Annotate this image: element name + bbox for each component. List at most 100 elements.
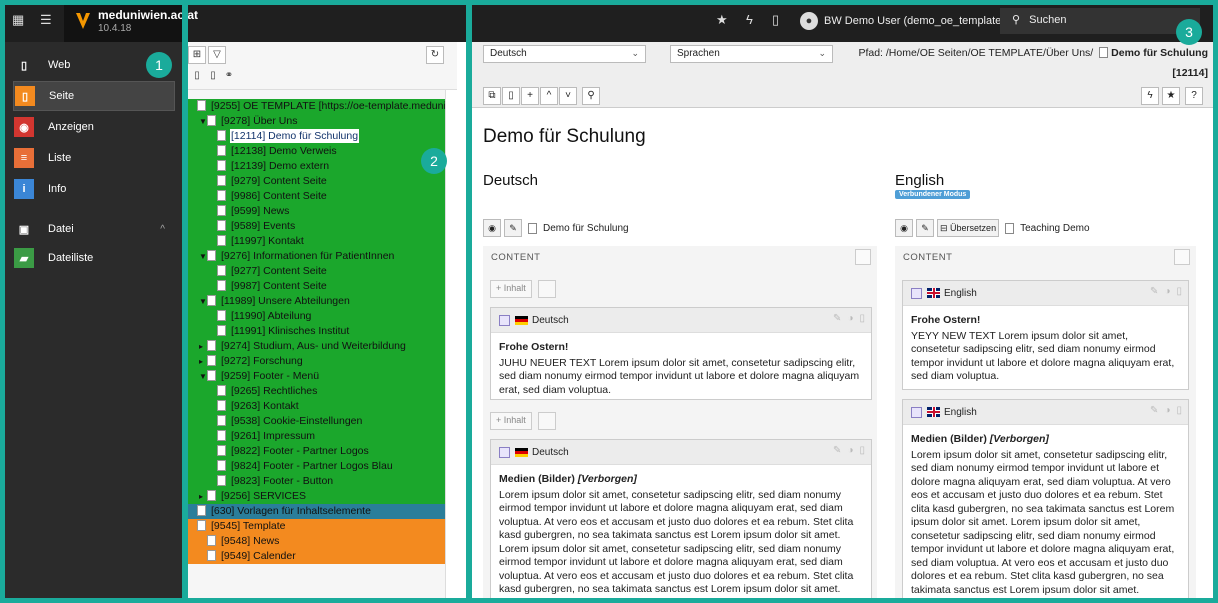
tree-node[interactable]: [9589] Events [187,219,445,234]
tree-node[interactable]: ▸ [9272] Forschung [187,354,445,369]
filter-icon[interactable]: ▽ [208,46,226,64]
move-down-button[interactable]: ˅ [559,87,577,105]
chevron-up-icon[interactable]: ^ [160,224,165,235]
tree-node-label: [9822] Footer - Partner Logos [231,445,369,457]
tree-scrollbar[interactable] [445,90,457,603]
tree-node[interactable]: [9548] News [187,534,445,549]
content-element-card[interactable]: English ✎ ◑ ▯ Medien (Bilder) [Verborgen] … [902,399,1189,603]
site-logo-area[interactable]: meduniwien.ac.at 10.4.18 [64,0,198,42]
tree-node[interactable]: [9255] OE TEMPLATE [https://oe-template.… [187,99,445,114]
tree-node[interactable]: ▼ [9278] Über Uns [187,114,445,129]
tree-node[interactable]: [11990] Abteilung [187,309,445,324]
expand-toggle-icon[interactable]: ▸ [199,339,207,354]
pencil-icon[interactable]: ✎ [1150,405,1158,416]
tree-node[interactable]: ▼ [9259] Footer - Menü [187,369,445,384]
tree-node[interactable]: ▼ [9276] Informationen für PatientInnen [187,249,445,264]
expand-toggle-icon[interactable]: ▼ [199,114,207,129]
tree-node[interactable]: [9823] Footer - Button [187,474,445,489]
search-icon[interactable]: ⚲ [582,87,600,105]
tree-node[interactable]: [11997] Kontakt [187,234,445,249]
paste-icon[interactable] [538,412,556,430]
tree-node[interactable]: [9987] Content Seite [187,279,445,294]
expand-toggle-icon[interactable]: ▼ [199,294,207,309]
pencil-icon[interactable]: ✎ [833,445,841,456]
help-icon[interactable]: ? [1185,87,1203,105]
document-icon[interactable]: ▯ [772,12,779,28]
eye-icon[interactable]: ◉ [483,219,501,237]
tree-node[interactable]: [9986] Content Seite [187,189,445,204]
trash-icon[interactable]: ▯ [1176,286,1182,297]
tree-node[interactable]: [9599] News [187,204,445,219]
module-item-anzeigen[interactable]: ◉ Anzeigen [13,112,175,142]
tree-node[interactable]: ▸ [9274] Studium, Aus- und Weiterbildung [187,339,445,354]
module-item-seite[interactable]: ▯ Seite [13,81,175,111]
tree-node[interactable]: [630] Vorlagen für Inhaltselemente [187,504,445,519]
tree-node[interactable]: [9824] Footer - Partner Logos Blau [187,459,445,474]
star-icon[interactable]: ★ [716,12,728,28]
tree-node[interactable]: ▼ [11989] Unsere Abteilungen [187,294,445,309]
column-edit-icon[interactable] [855,249,871,265]
toggle-icon[interactable]: ◑ [1164,286,1170,297]
add-content-button[interactable]: + Inhalt [490,412,532,430]
expand-toggle-icon[interactable]: ▼ [199,249,207,264]
tree-node[interactable]: [11991] Klinisches Institut [187,324,445,339]
module-item-liste[interactable]: ≡ Liste [13,143,175,173]
toggle-icon[interactable]: ◑ [847,445,853,456]
content-element-card[interactable]: Deutsch ✎ ◑ ▯ Frohe Ostern! JUHU NEUER TEX… [490,307,872,400]
user-menu[interactable]: ● BW Demo User (demo_oe_template) [800,12,1005,30]
bookmark-star-icon[interactable]: ★ [1162,87,1180,105]
pencil-icon[interactable]: ✎ [833,313,841,324]
bolt-icon[interactable]: ϟ [1141,87,1159,105]
refresh-icon[interactable]: ↻ [426,46,444,64]
tree-node[interactable]: [9277] Content Seite [187,264,445,279]
tree-node[interactable]: [9265] Rechtliches [187,384,445,399]
add-content-button[interactable]: + Inhalt [490,280,532,298]
module-item-datei[interactable]: ▣ Datei ^ [13,214,175,244]
content-element-card[interactable]: English ✎ ◑ ▯ Frohe Ostern! YEYY NEW TEXT … [902,280,1189,390]
tree-node[interactable]: [9549] Calender [187,549,445,564]
folder-icon: ▰ [14,248,34,268]
paste-icon[interactable] [538,280,556,298]
tree-node[interactable]: [9261] Impressum [187,429,445,444]
tree-node[interactable]: [9822] Footer - Partner Logos [187,444,445,459]
content-element-card[interactable]: Deutsch ✎ ◑ ▯ Medien (Bilder) [Verborgen] … [490,439,872,603]
tree-node[interactable]: [12114] Demo für Schulung [187,129,445,144]
view-select[interactable]: Sprachen ⌄ [670,45,833,63]
bolt-icon[interactable]: ϟ [746,12,753,28]
edit-page-button[interactable]: ▯ [502,87,520,105]
trash-icon[interactable]: ▯ [859,313,865,324]
link-icon[interactable]: ⚭ [220,68,238,86]
tree-node[interactable]: [9538] Cookie-Einstellungen [187,414,445,429]
expand-toggle-icon[interactable]: ▸ [199,489,207,504]
move-up-button[interactable]: ^ [540,87,558,105]
tree-node[interactable]: [9545] Template [187,519,445,534]
language-select[interactable]: Deutsch ⌄ [483,45,646,63]
toggle-icon[interactable]: ◑ [847,313,853,324]
card-heading-text: Medien (Bilder) [911,433,987,445]
pencil-icon[interactable]: ✎ [916,219,934,237]
content-element-icon [499,314,510,326]
translate-button[interactable]: ⊟ Übersetzen [937,219,1000,237]
trash-icon[interactable]: ▯ [1176,405,1182,416]
expand-toggle-icon[interactable]: ▸ [199,354,207,369]
pencil-icon[interactable]: ✎ [504,219,522,237]
tree-node[interactable]: [12139] Demo extern [187,159,445,174]
view-page-button[interactable]: ⧉ [483,87,501,105]
expand-toggle-icon[interactable]: ▼ [199,369,207,384]
module-item-dateiliste[interactable]: ▰ Dateiliste [13,243,175,273]
eye-icon[interactable]: ◉ [895,219,913,237]
list-icon[interactable]: ☰ [40,12,52,28]
tree-node[interactable]: ▸ [9256] SERVICES [187,489,445,504]
add-button[interactable]: + [521,87,539,105]
apps-icon[interactable]: ▦ [12,12,24,28]
column-edit-icon[interactable] [1174,249,1190,265]
search-button[interactable]: ⚲ Suchen [1000,8,1200,34]
new-page-icon[interactable]: ⊞ [188,46,206,64]
module-item-info[interactable]: i Info [13,174,175,204]
tree-node[interactable]: [9279] Content Seite [187,174,445,189]
tree-node[interactable]: [12138] Demo Verweis [187,144,445,159]
trash-icon[interactable]: ▯ [859,445,865,456]
toggle-icon[interactable]: ◑ [1164,405,1170,416]
tree-node[interactable]: [9263] Kontakt [187,399,445,414]
pencil-icon[interactable]: ✎ [1150,286,1158,297]
